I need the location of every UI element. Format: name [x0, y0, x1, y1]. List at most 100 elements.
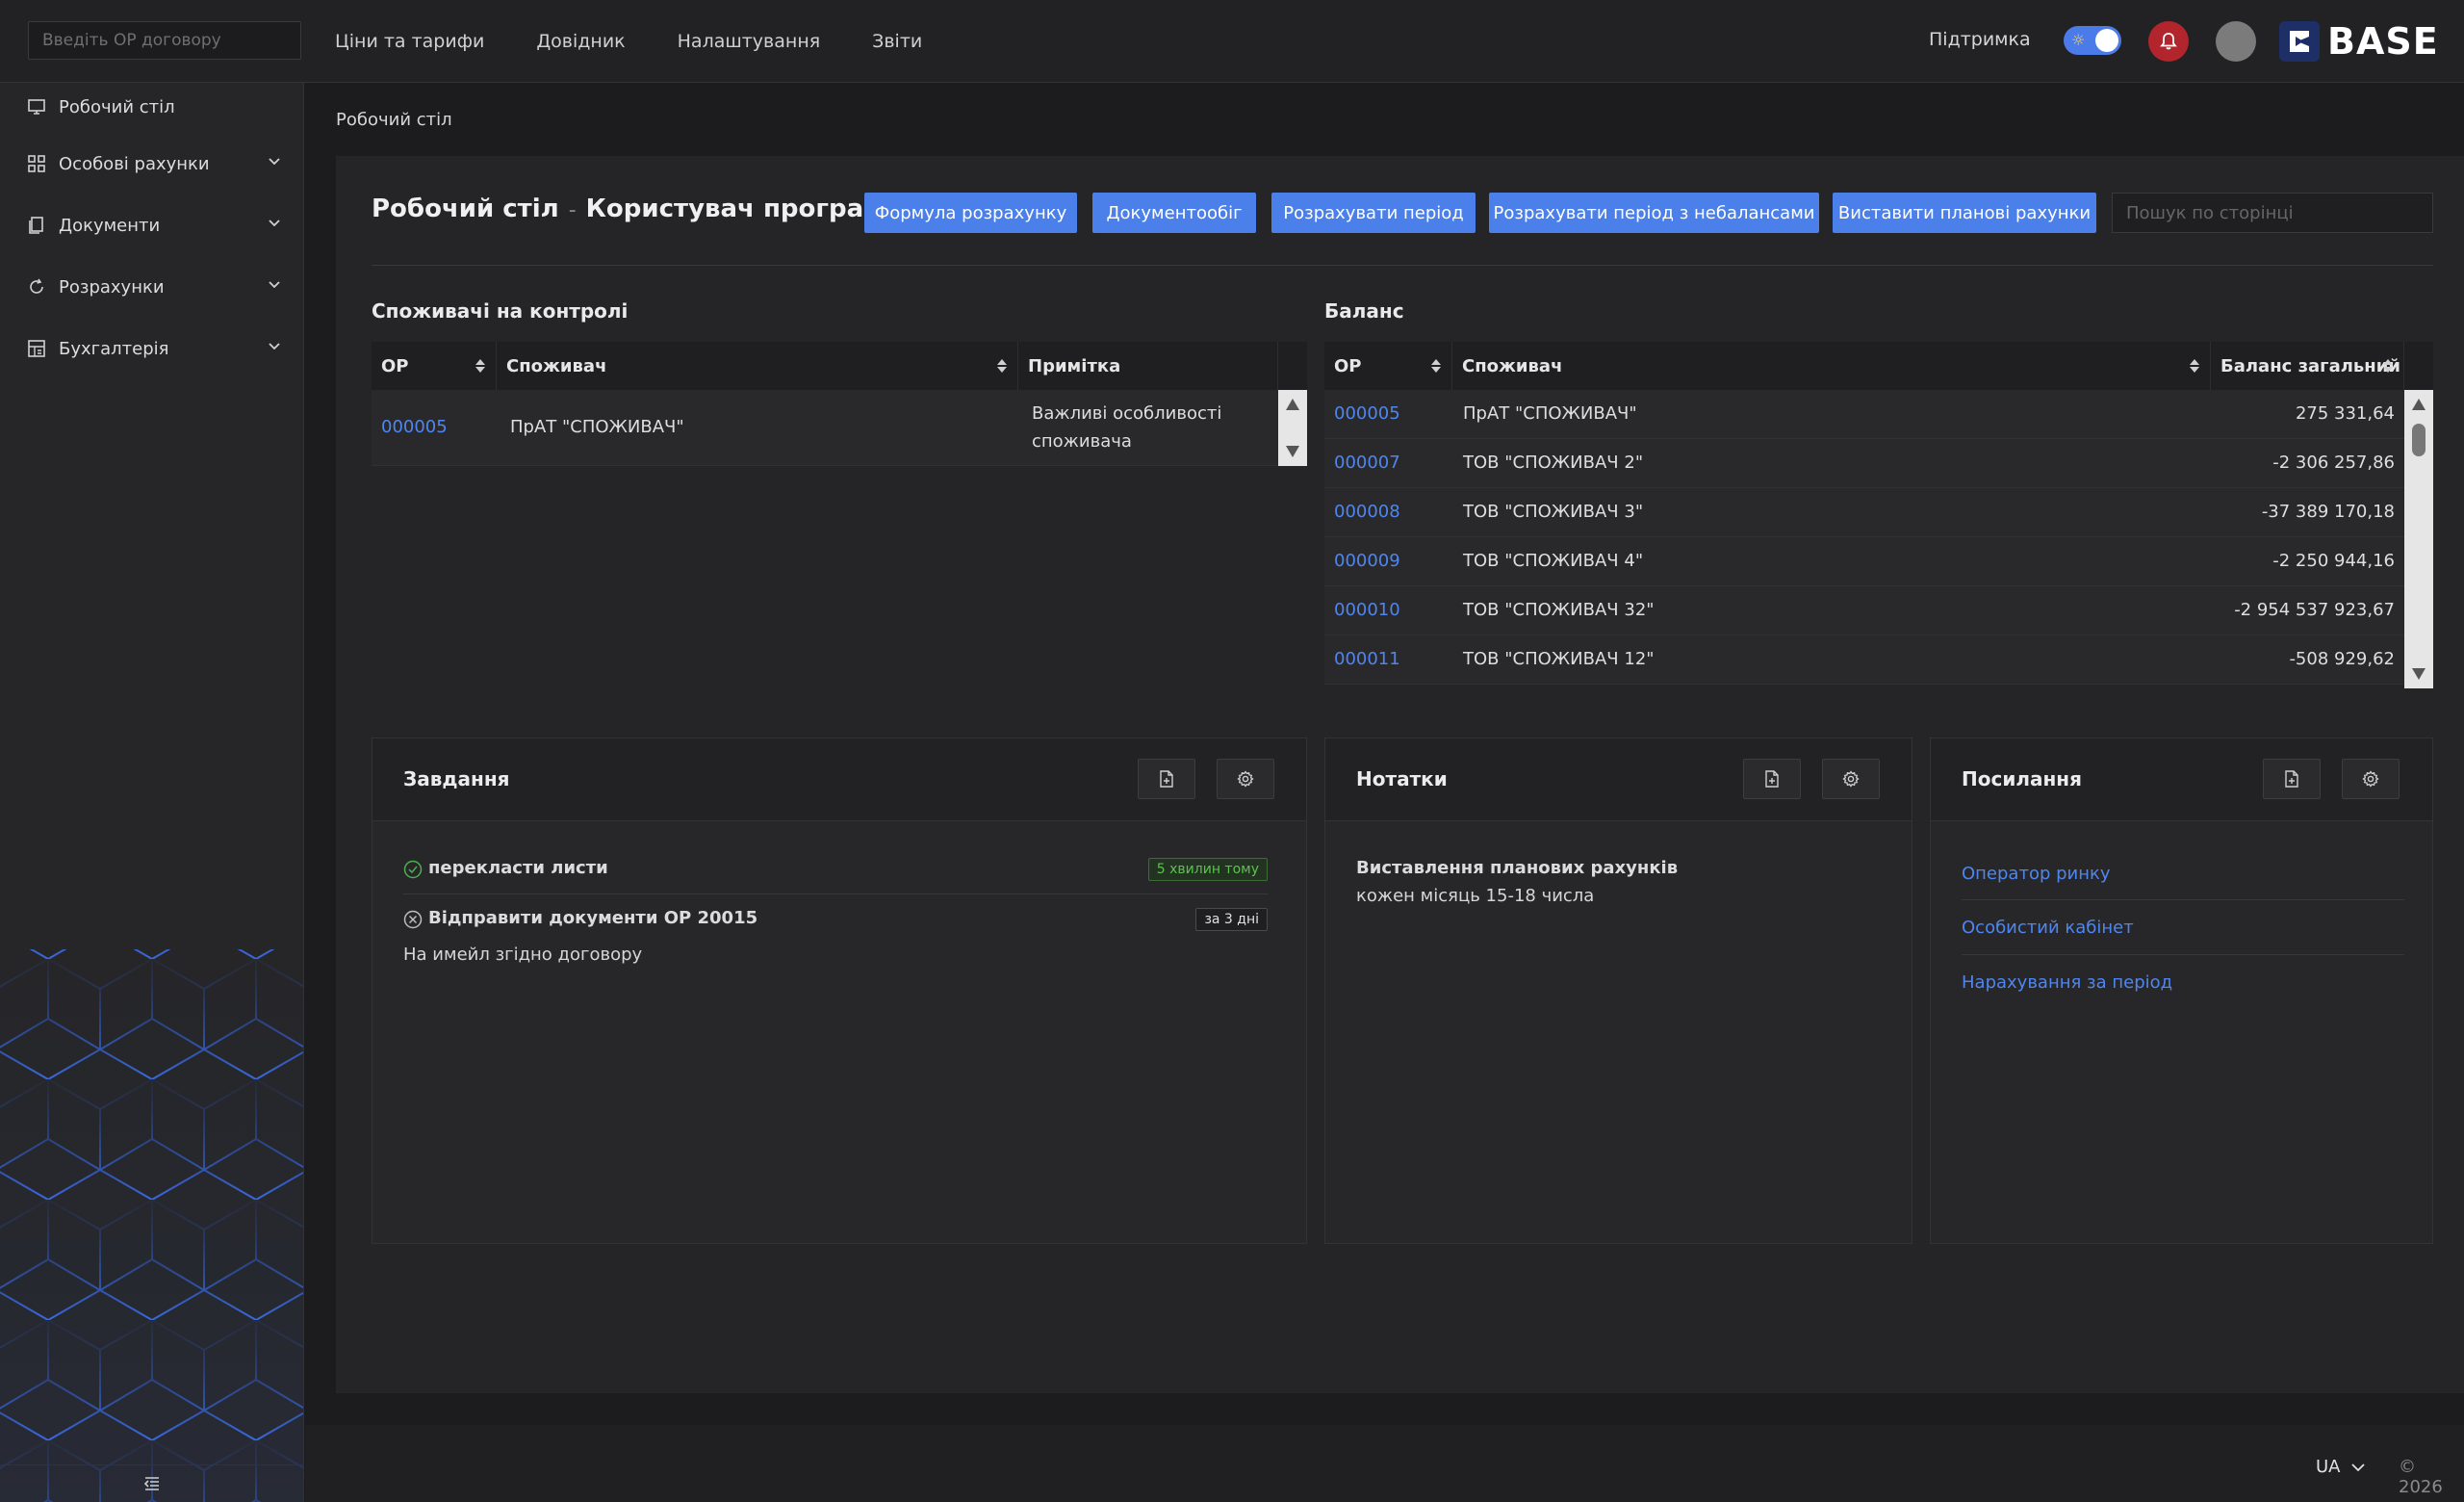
nav-reference[interactable]: Довідник [536, 31, 625, 52]
column-label: Споживач [506, 355, 607, 376]
sidebar-item-accounts[interactable]: Особові рахунки [0, 140, 303, 188]
task-time-badge: 5 хвилин тому [1147, 858, 1268, 881]
control-table-header: ОР Споживач Примітка [372, 342, 1307, 390]
links-settings-button[interactable] [2342, 759, 2400, 799]
table-row[interactable]: 000007 ТОВ "СПОЖИВАЧ 2" -2 306 257,86 [1324, 439, 2404, 488]
collapse-menu-icon [143, 1477, 159, 1490]
brand-logo[interactable]: BASE [2279, 20, 2439, 63]
column-note[interactable]: Примітка [1018, 342, 1278, 390]
task-text: перекласти листи [428, 858, 608, 878]
balance-value: -37 389 170,18 [2261, 502, 2395, 522]
breadcrumb-bar: Робочий стіл [305, 83, 2464, 156]
sidebar-item-accounting[interactable]: Бухгалтерія [0, 324, 303, 373]
balance-value: 275 331,64 [2295, 403, 2395, 424]
hexagon-pattern-decoration [0, 949, 303, 1502]
refresh-icon [30, 278, 43, 294]
sidebar-item-desktop[interactable]: Робочий стіл [0, 83, 303, 131]
op-link[interactable]: 000007 [1334, 453, 1400, 473]
document-flow-button[interactable]: Документообіг [1092, 193, 1256, 233]
support-link[interactable]: Підтримка [1929, 29, 2031, 50]
calculate-period-button[interactable]: Розрахувати період [1271, 193, 1476, 233]
consumer-name: ТОВ "СПОЖИВАЧ 32" [1463, 600, 1655, 620]
op-link[interactable]: 000008 [1334, 502, 1400, 522]
add-file-icon [2285, 770, 2298, 788]
scroll-thumb[interactable] [2412, 424, 2426, 456]
link-item[interactable]: Оператор ринку [1962, 846, 2404, 900]
nav-reports[interactable]: Звіти [872, 31, 922, 52]
balance-table-scrollbar[interactable] [2404, 390, 2433, 688]
balance-value: -2 306 257,86 [2272, 453, 2395, 473]
table-row[interactable]: 000011 ТОВ "СПОЖИВАЧ 12" -508 929,62 [1324, 635, 2404, 685]
note-line: Важливі особливості [1032, 403, 1222, 424]
page-search-input[interactable] [2112, 193, 2433, 233]
sidebar-item-label: Робочий стіл [59, 96, 175, 117]
control-section-title: Споживачі на контролі [372, 299, 629, 323]
consumer-name: ТОВ "СПОЖИВАЧ 3" [1463, 502, 1644, 522]
page-title-main: Робочий стіл [372, 194, 559, 223]
issue-planned-invoices-button[interactable]: Виставити планові рахунки [1833, 193, 2096, 233]
note-text: кожен місяць 15-18 числа [1356, 886, 1595, 906]
balance-table-header: ОР Споживач Баланс загальний [1324, 342, 2433, 390]
op-link[interactable]: 000010 [1334, 600, 1400, 620]
add-file-icon [1160, 770, 1173, 788]
breadcrumb[interactable]: Робочий стіл [336, 110, 452, 130]
sun-icon: ☼ [2071, 31, 2086, 49]
sidebar-item-documents[interactable]: Документи [0, 201, 303, 249]
chevron-down-icon [2350, 1463, 2365, 1471]
table-row[interactable]: 000008 ТОВ "СПОЖИВАЧ 3" -37 389 170,18 [1324, 488, 2404, 537]
control-table-scrollbar[interactable] [1278, 390, 1307, 466]
gear-icon [1237, 770, 1254, 788]
theme-toggle[interactable]: ☼ [2064, 26, 2121, 55]
link-item[interactable]: Особистий кабінет [1962, 900, 2404, 955]
language-select[interactable]: UA [2316, 1457, 2366, 1477]
task-item[interactable]: перекласти листи 5 хвилин тому [403, 858, 1268, 894]
consumer-name: ТОВ "СПОЖИВАЧ 12" [1463, 649, 1655, 669]
contract-search-input[interactable] [28, 21, 301, 60]
add-note-button[interactable] [1743, 759, 1801, 799]
task-item[interactable]: Відправити документи ОР 20015 за 3 дні Н… [403, 908, 1268, 966]
user-avatar[interactable] [2216, 21, 2256, 62]
calculate-period-imbalances-button[interactable]: Розрахувати період з небалансами [1489, 193, 1819, 233]
column-balance[interactable]: Баланс загальний [2211, 342, 2404, 390]
scroll-up-icon [2412, 399, 2426, 410]
scroll-down-icon [2412, 668, 2426, 680]
op-link[interactable]: 000011 [1334, 649, 1400, 669]
add-link-button[interactable] [2263, 759, 2321, 799]
cancel-circle-icon [403, 910, 423, 929]
task-text: Відправити документи ОР 20015 [428, 908, 758, 928]
link-personal-cabinet[interactable]: Особистий кабінет [1962, 918, 2134, 938]
table-row[interactable]: 000009 ТОВ "СПОЖИВАЧ 4" -2 250 944,16 [1324, 537, 2404, 586]
column-label: ОР [381, 355, 409, 376]
logo-text: BASE [2327, 20, 2439, 63]
logo-mark-icon [2279, 21, 2320, 62]
nav-prices[interactable]: Ціни та тарифи [335, 31, 484, 52]
column-op[interactable]: ОР [372, 342, 497, 390]
toggle-knob [2095, 29, 2118, 52]
notifications-button[interactable] [2148, 21, 2189, 62]
table-row[interactable]: 000010 ТОВ "СПОЖИВАЧ 32" -2 954 537 923,… [1324, 586, 2404, 635]
chevron-down-icon [269, 220, 280, 227]
link-period-accruals[interactable]: Нарахування за період [1962, 972, 2172, 993]
op-link[interactable]: 000009 [1334, 551, 1400, 571]
check-circle-icon [403, 860, 423, 879]
sidebar-item-calculations[interactable]: Розрахунки [0, 263, 303, 311]
column-consumer[interactable]: Споживач [1452, 342, 2211, 390]
scroll-down-icon [1286, 446, 1299, 457]
sidebar-collapse-button[interactable] [0, 1464, 303, 1502]
table-row[interactable]: 000005 ПрАТ "СПОЖИВАЧ" Важливі особливос… [372, 390, 1278, 466]
balance-value: -2 250 944,16 [2272, 551, 2395, 571]
notes-settings-button[interactable] [1822, 759, 1880, 799]
link-item[interactable]: Нарахування за період [1962, 955, 2404, 1009]
table-row[interactable]: 000005 ПрАТ "СПОЖИВАЧ" 275 331,64 [1324, 390, 2404, 439]
op-link[interactable]: 000005 [381, 417, 448, 437]
tasks-settings-button[interactable] [1217, 759, 1274, 799]
column-op[interactable]: ОР [1324, 342, 1452, 390]
consumer-name: ПрАТ "СПОЖИВАЧ" [510, 417, 684, 437]
op-link[interactable]: 000005 [1334, 403, 1400, 424]
nav-settings[interactable]: Налаштування [678, 31, 821, 52]
calc-formula-button[interactable]: Формула розрахунку [864, 193, 1077, 233]
add-task-button[interactable] [1138, 759, 1195, 799]
sort-icon [997, 359, 1007, 373]
link-market-operator[interactable]: Оператор ринку [1962, 864, 2111, 884]
column-consumer[interactable]: Споживач [497, 342, 1018, 390]
